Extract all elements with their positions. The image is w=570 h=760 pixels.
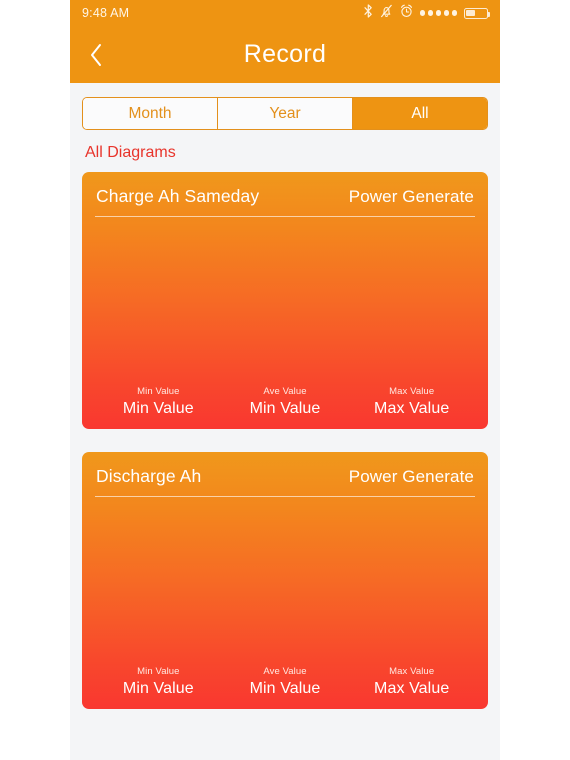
diagram-card[interactable]: Discharge Ah Power Generate Min Value Mi… bbox=[82, 452, 488, 709]
stat-value: Max Value bbox=[374, 680, 450, 697]
mute-icon bbox=[380, 4, 393, 23]
period-segmented-control[interactable]: Month Year All bbox=[82, 97, 488, 130]
back-button[interactable] bbox=[70, 26, 122, 83]
card-title: Charge Ah Sameday bbox=[96, 186, 260, 206]
stat-max: Max Value Max Value bbox=[348, 665, 475, 699]
stat-value: Min Value bbox=[122, 400, 194, 417]
page-title: Record bbox=[243, 40, 327, 68]
status-bar-icons bbox=[363, 3, 491, 23]
segment-all[interactable]: All bbox=[353, 98, 487, 129]
stat-value: Max Value bbox=[374, 400, 450, 417]
stat-ave: Ave Value Min Value bbox=[222, 385, 349, 419]
stat-label: Max Value bbox=[389, 666, 435, 677]
status-bar-clock: 9:48 AM bbox=[82, 6, 130, 20]
chart-plot-area bbox=[95, 217, 475, 385]
card-subtitle: Power Generate bbox=[348, 187, 474, 206]
stat-label: Ave Value bbox=[263, 666, 307, 677]
content-area: Month Year All All Diagrams Charge Ah Sa… bbox=[70, 97, 500, 760]
chevron-left-icon bbox=[89, 43, 103, 67]
stat-min: Min Value Min Value bbox=[95, 665, 222, 699]
alarm-icon bbox=[400, 4, 413, 23]
stat-label: Min Value bbox=[137, 666, 180, 677]
stat-label: Max Value bbox=[389, 386, 435, 397]
bluetooth-icon bbox=[363, 3, 373, 23]
stat-value: Min Value bbox=[249, 400, 321, 417]
segment-year[interactable]: Year bbox=[218, 98, 353, 129]
stat-label: Min Value bbox=[137, 386, 180, 397]
card-header: Charge Ah Sameday Power Generate bbox=[95, 172, 475, 217]
signal-dots-icon bbox=[419, 10, 457, 16]
card-stats: Min Value Min Value Ave Value Min Value … bbox=[95, 665, 475, 709]
stat-max: Max Value Max Value bbox=[348, 385, 475, 419]
stat-ave: Ave Value Min Value bbox=[222, 665, 349, 699]
battery-icon bbox=[464, 7, 491, 19]
stat-value: Min Value bbox=[122, 680, 194, 697]
stat-value: Min Value bbox=[249, 680, 321, 697]
section-title: All Diagrams bbox=[85, 144, 176, 161]
stat-label: Ave Value bbox=[263, 386, 307, 397]
stat-min: Min Value Min Value bbox=[95, 385, 222, 419]
card-stats: Min Value Min Value Ave Value Min Value … bbox=[95, 385, 475, 429]
phone-viewport: 9:48 AM Record Month Year All All Diagra… bbox=[70, 0, 500, 760]
segment-month[interactable]: Month bbox=[83, 98, 218, 129]
card-title: Discharge Ah bbox=[96, 466, 202, 486]
chart-plot-area bbox=[95, 497, 475, 665]
card-subtitle: Power Generate bbox=[348, 467, 474, 486]
card-header: Discharge Ah Power Generate bbox=[95, 452, 475, 497]
diagram-card[interactable]: Charge Ah Sameday Power Generate Min Val… bbox=[82, 172, 488, 429]
status-bar: 9:48 AM bbox=[70, 0, 500, 26]
nav-bar: Record bbox=[70, 26, 500, 83]
battery-fill bbox=[466, 9, 476, 17]
